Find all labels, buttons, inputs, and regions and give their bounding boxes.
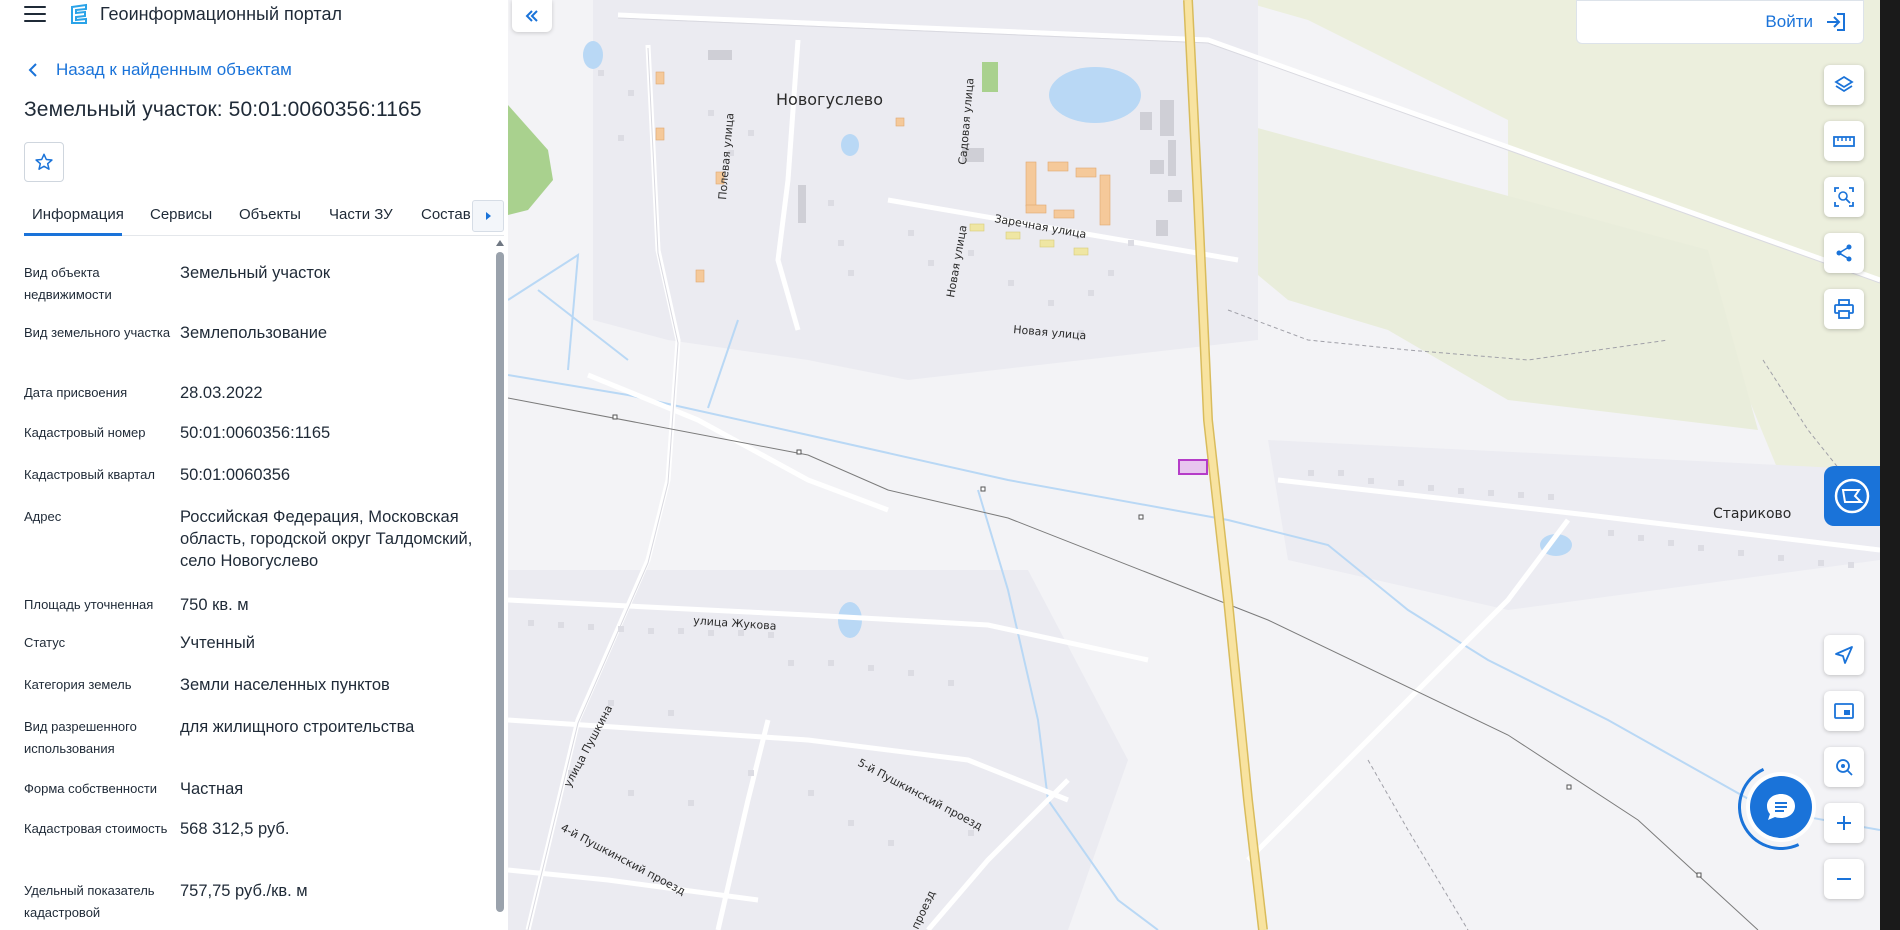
zoom-out-icon [1837, 878, 1851, 880]
double-chevron-left-icon [525, 10, 538, 22]
tab-composition[interactable]: Состав [421, 206, 471, 223]
property-value: Частная [180, 780, 244, 798]
green-plot [982, 62, 998, 92]
property-value: Российская Федерация, Московская область… [180, 508, 473, 570]
property-value: 750 кв. м [180, 596, 249, 614]
property-value: 568 312,5 руб. [180, 820, 290, 838]
village-label: Новогуслево [776, 90, 883, 109]
measure-button[interactable] [1824, 121, 1864, 161]
zoom-out-button[interactable] [1824, 859, 1864, 899]
pond [841, 134, 859, 156]
minimap-icon [1834, 703, 1854, 719]
property-value: 28.03.2022 [180, 384, 263, 402]
back-link-label: Назад к найденным объектам [56, 60, 292, 79]
panel-scrollbar[interactable] [496, 252, 504, 912]
property-value: Землепользование [180, 324, 328, 342]
property-label: Адрес [24, 509, 62, 524]
print-button[interactable] [1824, 289, 1864, 329]
property-label: Вид земельного участка [24, 325, 171, 340]
star-icon [35, 153, 53, 170]
login-button[interactable]: Войти [1576, 0, 1864, 44]
tab-services[interactable]: Сервисы [150, 206, 212, 223]
pond [583, 41, 603, 69]
tab-parts[interactable]: Части ЗУ [329, 206, 393, 223]
property-label: Кадастровый номер [24, 425, 146, 440]
chat-bubble-icon [1767, 794, 1795, 820]
settlement-area [1268, 440, 1880, 610]
property-label: Статус [24, 635, 66, 650]
property-value: для жилищного строительства [180, 718, 415, 736]
geo-search-icon [1836, 759, 1853, 776]
area-select-icon [1834, 187, 1854, 207]
property-label: Категория земель [24, 677, 132, 692]
property-label: Форма собственности [24, 781, 158, 796]
tab-objects[interactable]: Объекты [239, 206, 301, 223]
settlement-area [508, 570, 1128, 930]
geo-search-button[interactable] [1824, 747, 1864, 787]
property-label: Площадь уточненная [24, 597, 154, 612]
area-select-button[interactable] [1824, 177, 1864, 217]
layers-button[interactable] [1824, 65, 1864, 105]
back-to-results-link[interactable]: Назад к найденным объектам [26, 58, 292, 82]
print-icon [1834, 299, 1854, 319]
login-label: Войти [1765, 12, 1813, 31]
share-button[interactable] [1824, 233, 1864, 273]
property-value: 50:01:0060356:1165 [180, 424, 331, 442]
property-label: Кадастровый квартал [24, 467, 155, 482]
app-root: Геоинформационный портал Назад к найденн… [0, 0, 1900, 930]
object-title: Земельный участок: 50:01:0060356:1165 [24, 98, 422, 121]
side-widget-button[interactable] [1824, 466, 1880, 526]
hamburger-menu-icon[interactable] [24, 5, 46, 23]
layers-icon [1834, 75, 1854, 93]
chat-button[interactable] [1750, 776, 1812, 838]
info-panel: Геоинформационный портал Назад к найденн… [0, 0, 508, 930]
tab-information[interactable]: Информация [32, 206, 124, 223]
property-value: 50:01:0060356 [180, 466, 291, 484]
park-area [508, 105, 553, 215]
chevron-left-icon [28, 63, 37, 77]
zoom-in-button[interactable] [1824, 803, 1864, 843]
property-value: Земельный участок [180, 264, 331, 282]
minimap-button[interactable] [1824, 691, 1864, 731]
pond [1049, 67, 1141, 123]
widget-icon [1834, 478, 1870, 514]
zoom-in-icon [1837, 816, 1851, 830]
boundary-line [1367, 759, 1469, 930]
property-value: Учтенный [180, 634, 255, 652]
property-label: Вид разрешенного использования [24, 719, 137, 756]
window-edge [1880, 0, 1900, 930]
share-icon [1836, 244, 1852, 262]
map-layer: Новогуслево Стариково Полевая улица Садо… [508, 0, 1880, 930]
tabs-scroll-right-button[interactable] [472, 200, 504, 232]
scroll-up-arrow-icon[interactable] [496, 240, 504, 246]
locate-icon [1835, 646, 1853, 664]
favorite-button[interactable] [24, 142, 64, 182]
settlement-area [593, 0, 1258, 380]
property-value: Земли населенных пунктов [180, 676, 390, 694]
property-label: Вид объекта недвижимости [24, 265, 112, 302]
property-label: Дата присвоения [24, 385, 128, 400]
property-label: Удельный показатель кадастровой [24, 883, 155, 920]
active-tab-indicator [24, 233, 122, 236]
login-icon [1827, 13, 1845, 31]
app-title: Геоинформационный портал [100, 4, 342, 24]
map-canvas[interactable]: Новогуслево Стариково Полевая улица Садо… [508, 0, 1880, 930]
selected-parcel[interactable] [1178, 459, 1208, 475]
locate-button[interactable] [1824, 635, 1864, 675]
portal-logo-icon [71, 3, 87, 24]
top-bar: Геоинформационный портал [0, 0, 508, 30]
village-label: Стариково [1713, 506, 1791, 522]
property-value: 757,75 руб./кв. м [180, 882, 308, 900]
ruler-icon [1833, 136, 1855, 147]
property-label: Кадастровая стоимость [24, 821, 168, 836]
collapse-panel-button[interactable] [512, 0, 552, 32]
tab-bar: Информация Сервисы Объекты Части ЗУ Сост… [24, 198, 504, 236]
caret-right-icon [486, 212, 491, 220]
